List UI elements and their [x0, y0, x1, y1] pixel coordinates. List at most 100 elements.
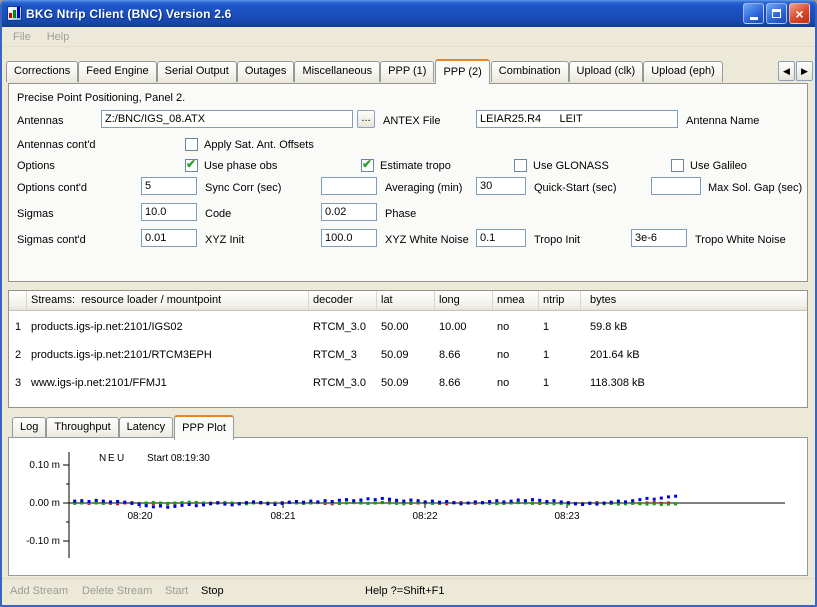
cell-nmea: no	[493, 369, 539, 397]
sigmas-label: Sigmas	[17, 205, 54, 223]
estimate-tropo-checkbox[interactable]	[361, 159, 374, 172]
use-glonass-checkbox[interactable]	[514, 159, 527, 172]
menu-help[interactable]: Help	[40, 29, 77, 45]
apply-sat-ant-offsets-checkbox[interactable]	[185, 138, 198, 151]
tab-latency[interactable]: Latency	[119, 417, 174, 438]
y-tick-label: 0.10 m	[29, 460, 60, 471]
delete-stream-button[interactable]: Delete Stream	[82, 585, 152, 597]
antex-file-input[interactable]	[101, 110, 353, 128]
add-stream-button[interactable]: Add Stream	[10, 585, 68, 597]
window-title: BKG Ntrip Client (BNC) Version 2.6	[26, 7, 743, 21]
tab-scroll-buttons: ◀ ▶	[777, 61, 813, 81]
antennas-contd-label: Antennas cont'd	[17, 136, 96, 154]
antex-file-label: ANTEX File	[383, 112, 440, 130]
antenna-name-label: Antenna Name	[686, 112, 759, 130]
header-lat[interactable]: lat	[377, 291, 435, 310]
averaging-input[interactable]	[321, 177, 377, 195]
quick-start-input[interactable]	[476, 177, 526, 195]
header-ntrip[interactable]: ntrip	[539, 291, 581, 310]
status-bar: Add Stream Delete Stream Start Stop Help…	[2, 578, 815, 603]
tab-miscellaneous[interactable]: Miscellaneous	[294, 61, 380, 82]
menu-file[interactable]: File	[6, 29, 38, 45]
x-tick-label: 08:22	[412, 511, 437, 522]
plot-data-points	[73, 495, 677, 509]
cell-long: 8.66	[435, 369, 493, 397]
use-glonass-label: Use GLONASS	[533, 157, 609, 175]
quick-start-label: Quick-Start (sec)	[534, 179, 617, 197]
cell-lat: 50.09	[377, 369, 435, 397]
cell-mountpoint: products.igs-ip.net:2101/RTCM3EPH	[27, 341, 309, 369]
xyz-white-noise-label: XYZ White Noise	[385, 231, 469, 249]
title-bar[interactable]: BKG Ntrip Client (BNC) Version 2.6 ×	[0, 0, 817, 27]
options-contd-label: Options cont'd	[17, 179, 87, 197]
antex-browse-button[interactable]: ...	[357, 110, 375, 128]
xyz-init-input[interactable]	[141, 229, 197, 247]
tab-ppp-2[interactable]: PPP (2)	[435, 59, 489, 84]
header-bytes[interactable]: bytes	[581, 291, 807, 310]
app-icon-bar-green	[13, 10, 16, 18]
cell-nmea: no	[493, 313, 539, 341]
tab-feed-engine[interactable]: Feed Engine	[78, 61, 156, 82]
max-sol-gap-input[interactable]	[651, 177, 701, 195]
sigmas-contd-label: Sigmas cont'd	[17, 231, 86, 249]
tab-serial-output[interactable]: Serial Output	[157, 61, 237, 82]
row-number[interactable]: 1	[9, 313, 27, 341]
stop-button[interactable]: Stop	[201, 585, 224, 597]
minimize-button[interactable]	[743, 3, 764, 24]
tab-ppp-plot[interactable]: PPP Plot	[174, 415, 234, 440]
tab-throughput[interactable]: Throughput	[46, 417, 118, 438]
tab-ppp-1[interactable]: PPP (1)	[380, 61, 434, 82]
tab-combination[interactable]: Combination	[491, 61, 569, 82]
tab-scroll-right-button[interactable]: ▶	[796, 61, 813, 81]
cell-decoder: RTCM_3	[309, 341, 377, 369]
use-galileo-checkbox[interactable]	[671, 159, 684, 172]
sigma-code-input[interactable]	[141, 203, 197, 221]
row-number[interactable]: 2	[9, 341, 27, 369]
window-controls: ×	[743, 3, 810, 24]
header-decoder[interactable]: decoder	[309, 291, 377, 310]
minimize-icon	[750, 17, 758, 20]
cell-bytes: 59.8 kB	[581, 313, 807, 341]
app-icon-bar-red	[9, 13, 12, 18]
use-phase-obs-checkbox[interactable]	[185, 159, 198, 172]
table-row[interactable]: 1 products.igs-ip.net:2101/IGS02 RTCM_3.…	[9, 313, 807, 341]
tab-upload-clk[interactable]: Upload (clk)	[569, 61, 644, 82]
header-nmea[interactable]: nmea	[493, 291, 539, 310]
sync-corr-label: Sync Corr (sec)	[205, 179, 281, 197]
use-galileo-label: Use Galileo	[690, 157, 747, 175]
options-label: Options	[17, 157, 55, 175]
legend-e: E	[108, 453, 115, 464]
tab-corrections[interactable]: Corrections	[6, 61, 78, 82]
tab-upload-eph[interactable]: Upload (eph)	[643, 61, 723, 82]
cell-bytes: 201.64 kB	[581, 341, 807, 369]
table-row[interactable]: 2 products.igs-ip.net:2101/RTCM3EPH RTCM…	[9, 341, 807, 369]
maximize-button[interactable]	[766, 3, 787, 24]
antenna-name-input[interactable]	[476, 110, 678, 128]
app-icon-bar-blue	[17, 7, 20, 18]
sync-corr-input[interactable]	[141, 177, 197, 195]
tab-log[interactable]: Log	[12, 417, 46, 438]
header-mountpoint[interactable]: Streams: resource loader / mountpoint	[27, 291, 309, 310]
cell-lat: 50.09	[377, 341, 435, 369]
tab-outages[interactable]: Outages	[237, 61, 295, 82]
antennas-label: Antennas	[17, 112, 63, 130]
sigma-phase-input[interactable]	[321, 203, 377, 221]
cell-decoder: RTCM_3.0	[309, 369, 377, 397]
close-button[interactable]: ×	[789, 3, 810, 24]
table-row[interactable]: 3 www.igs-ip.net:2101/FFMJ1 RTCM_3.0 50.…	[9, 369, 807, 397]
close-icon: ×	[795, 7, 803, 21]
maximize-icon	[772, 9, 781, 18]
cell-mountpoint: www.igs-ip.net:2101/FFMJ1	[27, 369, 309, 397]
cell-mountpoint: products.igs-ip.net:2101/IGS02	[27, 313, 309, 341]
xyz-init-label: XYZ Init	[205, 231, 244, 249]
xyz-white-noise-input[interactable]	[321, 229, 377, 247]
header-long[interactable]: long	[435, 291, 493, 310]
tropo-white-noise-input[interactable]	[631, 229, 687, 247]
tab-scroll-left-button[interactable]: ◀	[778, 61, 795, 81]
cell-long: 10.00	[435, 313, 493, 341]
row-number[interactable]: 3	[9, 369, 27, 397]
tropo-init-input[interactable]	[476, 229, 526, 247]
main-tabbar: Corrections Feed Engine Serial Output Ou…	[2, 58, 815, 82]
start-button[interactable]: Start	[165, 585, 188, 597]
app-icon	[7, 6, 22, 21]
